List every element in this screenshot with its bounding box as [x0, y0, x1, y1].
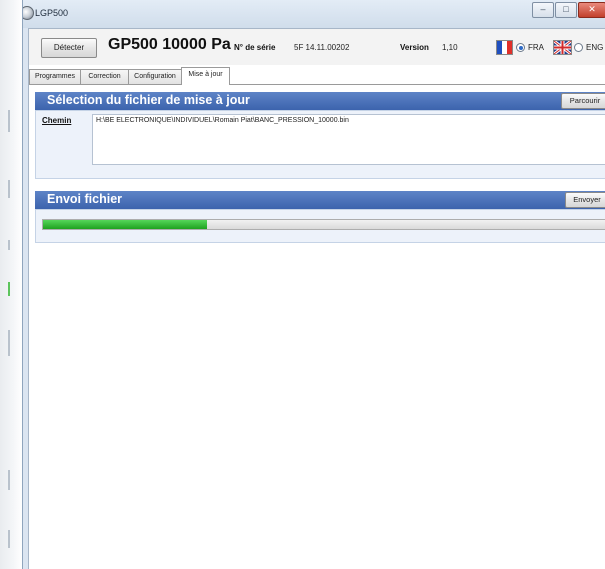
version-label: Version — [400, 43, 429, 52]
path-field[interactable]: H:\BE ELECTRONIQUE\INDIVIDUEL\Romain Pia… — [92, 114, 605, 165]
selection-panel-header: Sélection du fichier de mise à jour Parc… — [35, 92, 605, 110]
minimize-button[interactable]: – — [532, 2, 554, 18]
send-panel-title: Envoi fichier — [47, 192, 123, 206]
device-header: Détecter GP500 10000 Pa N° de série 5F 1… — [29, 29, 605, 65]
flag-stripe-red — [507, 41, 512, 54]
tab-programmes[interactable]: Programmes — [29, 69, 81, 84]
close-button[interactable]: ✕ — [578, 2, 605, 18]
radio-eng[interactable] — [574, 43, 583, 52]
client-area: Détecter GP500 10000 Pa N° de série 5F 1… — [28, 28, 605, 569]
selection-panel: Sélection du fichier de mise à jour Parc… — [35, 92, 605, 179]
upload-progress-fill — [43, 220, 208, 229]
desktop-background-strip — [0, 0, 22, 569]
tab-separator — [29, 84, 605, 85]
path-value: H:\BE ELECTRONIQUE\INDIVIDUEL\Romain Pia… — [96, 117, 349, 124]
window-controls: – □ ✕ — [531, 2, 605, 18]
serial-value: 5F 14.11.00202 — [294, 43, 350, 52]
lang-eng-label: ENG — [586, 43, 604, 52]
title-bar[interactable]: LGP500 – □ ✕ — [23, 0, 605, 28]
selection-panel-title: Sélection du fichier de mise à jour — [47, 93, 250, 107]
desktop-artifact — [8, 180, 10, 198]
send-panel-header: Envoi fichier Envoyer — [35, 191, 605, 209]
app-icon — [23, 6, 34, 20]
uk-flag-icon — [553, 40, 572, 55]
desktop-artifact — [8, 282, 10, 296]
france-flag-icon — [496, 40, 513, 55]
desktop-artifact — [8, 470, 10, 490]
maximize-button[interactable]: □ — [555, 2, 577, 18]
selection-panel-body: Chemin H:\BE ELECTRONIQUE\INDIVIDUEL\Rom… — [35, 110, 605, 179]
lang-fra-label: FRA — [528, 43, 544, 52]
send-button[interactable]: Envoyer — [565, 192, 605, 208]
browse-button[interactable]: Parcourir — [561, 93, 605, 109]
tab-configuration[interactable]: Configuration — [128, 69, 182, 84]
desktop-artifact — [8, 110, 10, 132]
desktop-artifact — [8, 240, 10, 250]
detect-button[interactable]: Détecter — [41, 38, 97, 58]
radio-fra[interactable] — [516, 43, 525, 52]
window-title: LGP500 — [35, 8, 69, 18]
upload-progress-bar — [42, 219, 605, 230]
uk-flag-graphic — [554, 41, 571, 54]
send-panel-body — [35, 209, 605, 243]
desktop-artifact — [8, 530, 10, 548]
send-panel: Envoi fichier Envoyer — [35, 191, 605, 243]
desktop-artifact — [8, 330, 10, 356]
tab-mise-a-jour[interactable]: Mise à jour — [181, 67, 230, 85]
app-window: LGP500 – □ ✕ Détecter GP500 10000 Pa N° … — [22, 0, 605, 569]
path-label: Chemin — [42, 116, 72, 125]
device-model: GP500 10000 Pa — [108, 36, 231, 53]
version-value: 1,10 — [442, 43, 458, 52]
tab-correction[interactable]: Correction — [80, 69, 129, 84]
serial-label: N° de série — [234, 43, 276, 52]
